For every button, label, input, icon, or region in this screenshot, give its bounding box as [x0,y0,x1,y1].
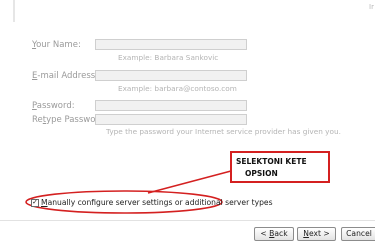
retype-password-input[interactable] [95,114,247,125]
password-label: Password: [32,101,75,111]
password-input[interactable] [95,100,247,111]
callout-line-1: SELEKTONI KETE [236,157,307,166]
cancel-button[interactable]: Cancel [341,227,375,241]
email-label: E-mail Address: [32,71,99,81]
corner-mark: Ir [369,3,374,11]
password-hint: Type the password your Internet service … [106,127,341,136]
your-name-hint: Example: Barbara Sankovic [118,53,219,62]
next-button[interactable]: Next > [297,227,336,241]
back-button[interactable]: < Back [254,227,294,241]
manual-config-checkbox[interactable]: ✓ [31,198,39,207]
manual-config-row[interactable]: ✓ Manually configure server settings or … [31,198,273,207]
footer-divider [0,220,375,221]
check-mark-icon: ✓ [32,198,38,206]
email-input[interactable] [95,70,247,81]
annotation-callout: SELEKTONI KETE OPSION [230,151,330,183]
email-hint: Example: barbara@contoso.com [118,84,237,93]
callout-line-2: OPSION [245,169,278,178]
annotation-pointer-line [147,170,232,194]
your-name-label: Your Name: [32,40,81,50]
your-name-input[interactable] [95,39,247,50]
top-divider [13,0,15,22]
manual-config-label[interactable]: Manually configure server settings or ad… [41,198,273,207]
